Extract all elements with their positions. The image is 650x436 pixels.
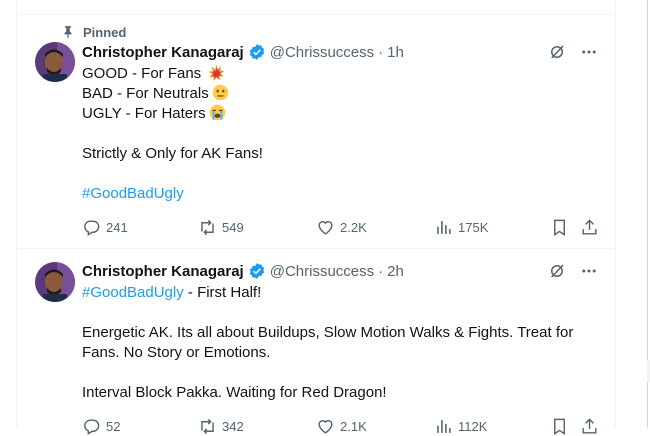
heart-icon — [318, 419, 333, 434]
tweet-text: GOOD - For Fans BAD - For Neutrals UGLY … — [82, 64, 592, 204]
bookmark-button[interactable] — [550, 416, 574, 436]
timestamp[interactable]: 1h — [387, 44, 404, 61]
tweet-header-actions — [547, 261, 599, 281]
share-icon — [582, 218, 597, 235]
separator-dot: · — [378, 43, 384, 61]
verified-badge-icon[interactable] — [248, 43, 266, 61]
views-button[interactable]: 175K — [434, 217, 488, 237]
avatar[interactable] — [35, 42, 75, 82]
repost-icon — [201, 219, 214, 235]
share-icon — [582, 417, 597, 434]
tweet-actions: 241 549 2.2K 175K — [82, 217, 607, 237]
grok-icon[interactable] — [547, 261, 567, 281]
like-count: 2.2K — [340, 219, 367, 235]
bookmark-icon — [554, 418, 565, 435]
hashtag-link[interactable]: #GoodBadUgly — [82, 284, 184, 301]
timeline: Pinned Christopher Kanagaraj @Chrissucce… — [16, 0, 616, 435]
text-line: Fans. No Story or Emotions. — [82, 344, 271, 361]
repost-button[interactable]: 549 — [198, 217, 244, 237]
display-name[interactable]: Christopher Kanagaraj — [82, 44, 244, 61]
share-button[interactable] — [580, 416, 604, 436]
verified-badge-icon[interactable] — [248, 262, 266, 280]
reply-count: 241 — [106, 219, 128, 235]
pinned-indicator: Pinned — [61, 24, 126, 40]
views-icon — [437, 220, 451, 234]
bookmark-button[interactable] — [550, 217, 574, 237]
text-line: #GoodBadUgly - First Half! — [82, 284, 262, 301]
repost-button[interactable]: 342 — [198, 416, 244, 436]
repost-icon — [201, 418, 214, 434]
more-options-icon[interactable] — [579, 42, 599, 62]
text-line: Strictly & Only for AK Fans! — [82, 145, 263, 162]
like-button[interactable]: 2.2K — [316, 217, 367, 237]
text-line: BAD - For Neutrals — [82, 84, 592, 104]
reply-count: 52 — [106, 418, 121, 434]
timestamp[interactable]: 2h — [387, 263, 404, 280]
previous-tweet-edge — [17, 0, 615, 15]
tweet-actions: 52 342 2.1K 112K — [82, 416, 607, 436]
text-line: Interval Block Pakka. Waiting for Red Dr… — [82, 384, 387, 401]
reply-button[interactable]: 241 — [82, 217, 128, 237]
tweet-header: Christopher Kanagaraj @Chrissuccess · 1h — [82, 42, 404, 62]
views-icon — [437, 419, 451, 433]
tweet-header: Christopher Kanagaraj @Chrissuccess · 2h — [82, 261, 404, 281]
avatar[interactable] — [35, 262, 75, 302]
view-count: 175K — [458, 219, 489, 235]
handle[interactable]: @Chrissuccess — [270, 44, 374, 61]
text-line: GOOD - For Fans — [82, 64, 592, 84]
tweet[interactable]: Christopher Kanagaraj @Chrissuccess · 2h… — [17, 249, 615, 435]
separator-dot: · — [378, 262, 384, 280]
like-button[interactable]: 2.1K — [316, 416, 367, 436]
reply-icon — [84, 219, 100, 236]
repost-count: 342 — [222, 418, 244, 434]
tweet[interactable]: Pinned Christopher Kanagaraj @Chrissucce… — [17, 15, 615, 249]
pinned-label: Pinned — [83, 24, 127, 40]
tweet-header-actions — [547, 42, 599, 62]
display-name[interactable]: Christopher Kanagaraj — [82, 263, 244, 280]
heart-icon — [318, 220, 333, 235]
pin-icon — [64, 26, 72, 39]
text-line: UGLY - For Haters — [82, 104, 592, 124]
view-count: 112K — [458, 418, 488, 434]
hashtag-link[interactable]: #GoodBadUgly — [82, 184, 592, 204]
grok-icon[interactable] — [547, 42, 567, 62]
handle[interactable]: @Chrissuccess — [270, 263, 374, 280]
reply-button[interactable]: 52 — [82, 416, 120, 436]
text-line: Energetic AK. Its all about Buildups, Sl… — [82, 324, 574, 341]
share-button[interactable] — [580, 217, 604, 237]
tweet-text: #GoodBadUgly - First Half! Energetic AK.… — [82, 283, 592, 403]
repost-count: 549 — [222, 219, 244, 235]
bookmark-icon — [554, 219, 565, 236]
like-count: 2.1K — [340, 418, 367, 434]
crying-face-emoji-icon — [209, 104, 226, 127]
views-button[interactable]: 112K — [434, 416, 487, 436]
more-options-icon[interactable] — [579, 261, 599, 281]
reply-icon — [84, 418, 100, 435]
